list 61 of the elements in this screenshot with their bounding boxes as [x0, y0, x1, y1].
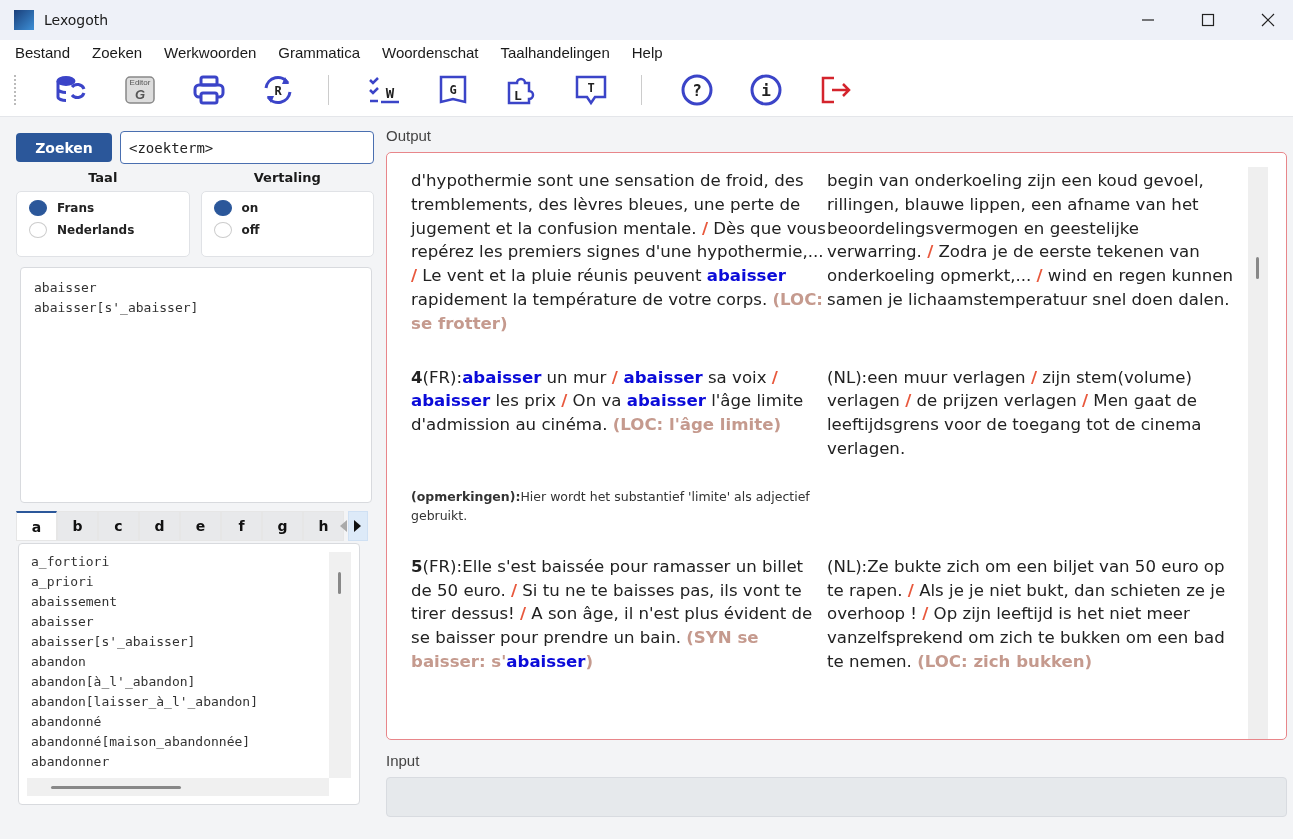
letter-tab[interactable]: d	[139, 511, 180, 541]
letter-tab[interactable]: f	[221, 511, 262, 541]
circle-letter-icon[interactable]: ?	[680, 73, 714, 107]
word-item[interactable]: abandonné	[31, 712, 329, 732]
printer-icon[interactable]	[192, 73, 226, 107]
editor-icon[interactable]: Editor G	[123, 73, 157, 107]
menu-item[interactable]: Grammatica	[278, 43, 361, 61]
input-label: Input	[386, 752, 421, 769]
search-button[interactable]: Zoeken	[16, 133, 112, 162]
group-label: Taal	[88, 170, 118, 185]
letter-tab[interactable]: h	[303, 511, 344, 541]
window-title: Lexogoth	[44, 12, 109, 28]
result-item[interactable]: abaisser[s'_abaisser]	[34, 298, 358, 318]
menu-item[interactable]: Werkwoorden	[164, 43, 257, 61]
radio-label[interactable]: Frans	[57, 201, 95, 215]
output-label: Output	[386, 127, 433, 144]
maximize-icon[interactable]	[1201, 13, 1215, 27]
word-item[interactable]: abandonné[maison_abandonnée]	[31, 732, 329, 752]
word-item[interactable]: a_fortiori	[31, 552, 329, 572]
dutch-translation-text: (NL):een muur verlagen / zijn stem(volume) verlagen / de prijzen verlagen / Men gaat de leeftijdsgrens voor de toegang tot de cinema verlagen.	[827, 366, 1203, 460]
french-example-text: 4(FR):abaisser un mur / abaisser sa voix / abaisser les prix / On va abaisser l'âge limite d'admission au cinéma. (LOC: l'âge limite)	[411, 366, 805, 437]
group-label: Vertaling	[253, 170, 321, 185]
word-item[interactable]: abandon[laisser_à_l'_abandon]	[31, 692, 329, 712]
french-example-text: d'hypothermie sont une sensation de froid, des tremblements, des lèvres bleues, une perte de jugement et la confusion mentale. / Dès que vous repérez les premiers signes d'une hypothermie,... / Le vent et la pluie réunis peuvent abaisser rapidement la température de votre corps. (LOC: se frotter)	[411, 170, 827, 335]
search-field[interactable]: <zoekterm>	[120, 131, 374, 164]
close-icon[interactable]	[1261, 13, 1275, 27]
vertical-scrollbar[interactable]	[1248, 167, 1268, 739]
word-item[interactable]: abandon[à_l'_abandon]	[31, 672, 329, 692]
caret-right-icon	[353, 519, 363, 533]
radio-button[interactable]	[213, 200, 232, 216]
dutch-translation-text: (NL):Ze bukte zich om een biljet van 50 euro op te rapen. / Als je je niet bukt, dan schieten ze je overhoop ! / Op zijn leeftijd is het niet meer vanzelfsprekend om zich te bukken om een bad te nemen. (LOC: zich bukken)	[827, 555, 1227, 673]
letter-tab[interactable]: b	[57, 511, 98, 541]
menu-item[interactable]: Zoeken	[92, 43, 143, 61]
word-item[interactable]: a_priori	[31, 572, 329, 592]
letter-tab[interactable]: g	[262, 511, 303, 541]
word-item[interactable]: abandon	[31, 652, 329, 672]
circle-letter-icon[interactable]: i	[749, 73, 783, 107]
radio-label[interactable]: off	[241, 223, 260, 237]
dutch-translation-text: begin van onderkoeling zijn een koud gevoel, rillingen, blauwe lippen, een afname van het beoordelingsvermogen en geestelijke verwarring. / Zodra je de eerste tekenen van onderkoeling opmerkt,... / wind en regen kunnen samen je lichaamstemperatuur snel doen dalen.	[827, 170, 1234, 311]
radio-label[interactable]: Nederlands	[57, 223, 135, 237]
scroll-right-button[interactable]	[348, 511, 368, 541]
word-item[interactable]: abaissement	[31, 592, 329, 612]
letter-tab[interactable]: e	[180, 511, 221, 541]
menu-item[interactable]: Woordenschat	[382, 43, 479, 61]
remark-text: (opmerkingen):Hier wordt het substantief 'limite' als adjectief gebruikt.	[411, 487, 811, 525]
word-item[interactable]: abandonner	[31, 752, 329, 772]
letter-tab[interactable]: c	[98, 511, 139, 541]
radio-button[interactable]	[29, 200, 47, 216]
vertical-scrollbar[interactable]	[329, 552, 351, 778]
menu-item[interactable]: Bestand	[15, 43, 71, 61]
app-logo-icon	[14, 10, 34, 30]
letter-tab[interactable]: a	[16, 511, 57, 541]
speech-bubble-icon[interactable]: T	[574, 73, 608, 107]
radio-label[interactable]: on	[241, 201, 259, 215]
horizontal-scrollbar[interactable]	[27, 778, 329, 796]
result-item[interactable]: abaisser	[34, 278, 358, 298]
french-example-text: 5(FR):Elle s'est baissée pour ramasser un billet de 50 euro. / Si tu ne te baisses pas, ils vont te tirer dessus! / A son âge, il n'est plus évident de se baisser pour prendre un bain. (SYN se baisser: s'abaisser)	[411, 555, 814, 673]
word-item[interactable]: abaisser[s'_abaisser]	[31, 632, 329, 652]
menu-item[interactable]: Help	[631, 43, 663, 61]
word-item[interactable]: abaisser	[31, 612, 329, 632]
menu-item[interactable]: Taalhandelingen	[500, 43, 610, 61]
